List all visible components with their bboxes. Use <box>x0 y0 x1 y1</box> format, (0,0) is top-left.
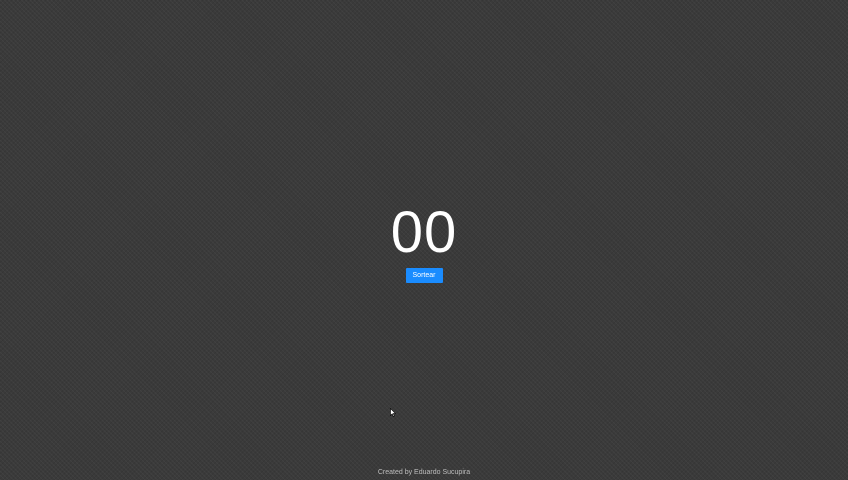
mouse-pointer-icon <box>390 408 396 417</box>
draw-panel: 00 Sortear <box>0 200 848 283</box>
draw-button[interactable]: Sortear <box>405 268 443 283</box>
drawn-number: 00 <box>390 200 458 265</box>
footer-credit: Created by Eduardo Sucupira <box>377 469 471 476</box>
